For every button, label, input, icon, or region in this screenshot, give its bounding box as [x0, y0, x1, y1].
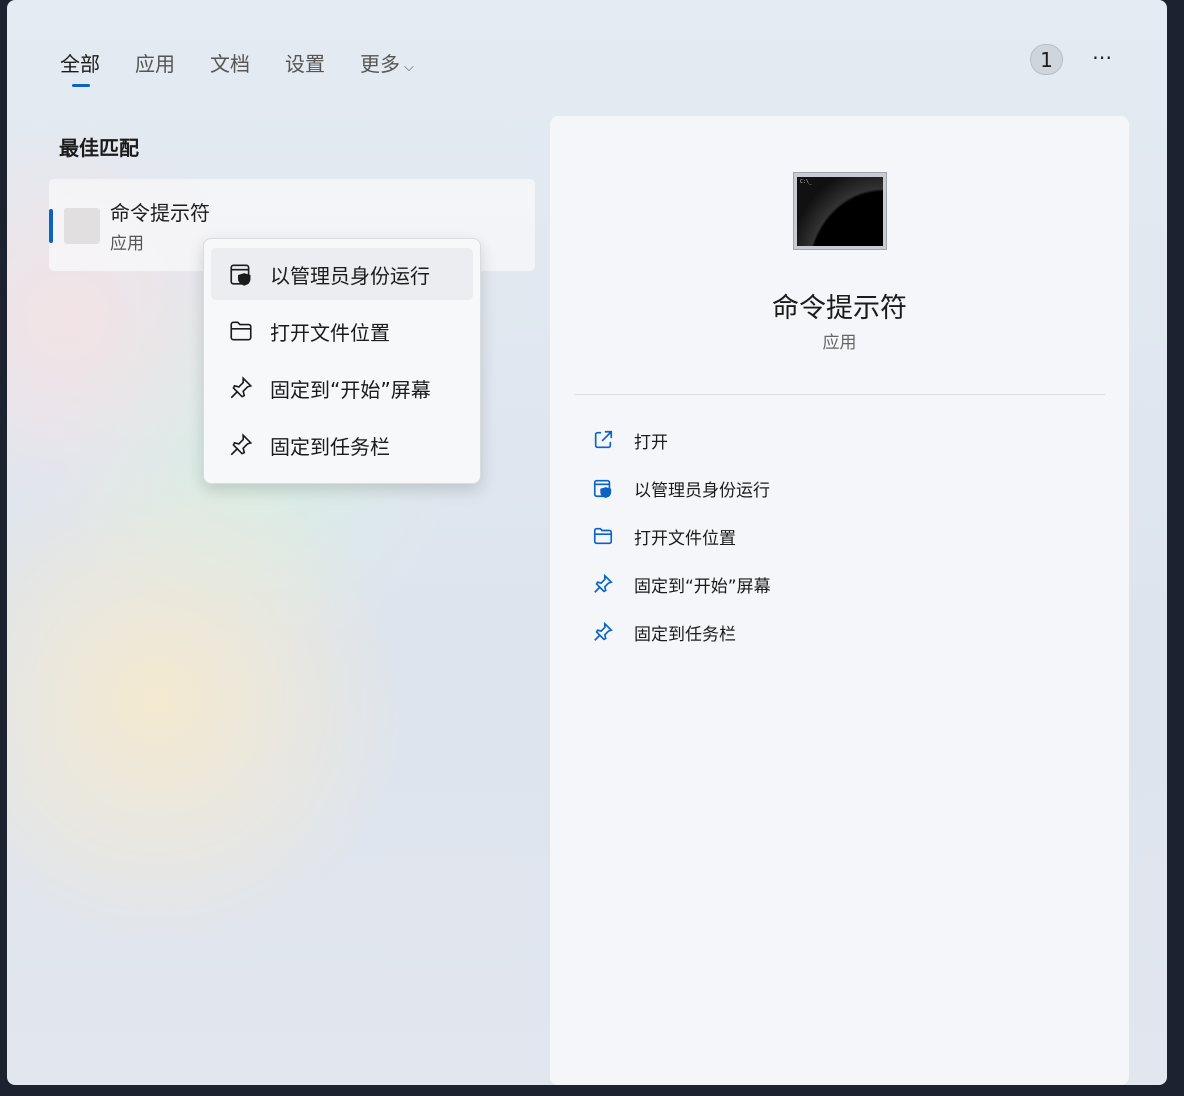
- context-menu: 以管理员身份运行 打开文件位置 固定到“开始”屏幕 固定到任务栏: [203, 238, 481, 484]
- search-window: 全部 应用 文档 设置 更多 ⌵ 1 ⋯ 最佳匹配 命令提示符 应用 C:\_ 命…: [7, 0, 1167, 1085]
- tab-settings[interactable]: 设置: [285, 48, 325, 77]
- action-label: 固定到任务栏: [634, 624, 736, 645]
- pin-icon: [230, 433, 253, 456]
- tab-apps[interactable]: 应用: [135, 48, 175, 77]
- more-options-icon[interactable]: ⋯: [1092, 45, 1113, 69]
- rewards-badge[interactable]: 1: [1030, 44, 1063, 75]
- filter-tabs: 全部 应用 文档 设置 更多 ⌵: [60, 48, 414, 87]
- pin-icon: [230, 376, 253, 399]
- tab-more-label: 更多: [360, 52, 400, 76]
- open-external-icon: [594, 430, 613, 449]
- menu-item-pin-to-start[interactable]: 固定到“开始”屏幕: [211, 362, 473, 414]
- action-label: 以管理员身份运行: [634, 480, 770, 501]
- detail-subtitle: 应用: [822, 333, 857, 353]
- divider: [574, 394, 1105, 395]
- menu-item-label: 以管理员身份运行: [270, 263, 430, 288]
- app-icon: [64, 208, 100, 244]
- menu-item-run-as-admin[interactable]: 以管理员身份运行: [211, 248, 473, 300]
- action-pin-to-start[interactable]: 固定到“开始”屏幕: [592, 560, 771, 608]
- detail-actions: 打开 以管理员身份运行 打开文件位置 固定到“开始”屏幕 固定到任务栏: [592, 416, 771, 656]
- prompt-text: C:\_: [800, 179, 813, 185]
- folder-icon: [593, 527, 613, 545]
- result-subtitle: 应用: [110, 234, 144, 254]
- menu-item-open-file-location[interactable]: 打开文件位置: [211, 305, 473, 357]
- menu-item-label: 打开文件位置: [270, 320, 390, 345]
- action-open-file-location[interactable]: 打开文件位置: [592, 512, 771, 560]
- best-match-heading: 最佳匹配: [59, 136, 139, 160]
- action-open[interactable]: 打开: [592, 416, 771, 464]
- action-label: 打开: [634, 432, 668, 453]
- menu-item-label: 固定到“开始”屏幕: [270, 377, 431, 402]
- shield-window-icon: [230, 264, 251, 286]
- pin-icon: [594, 621, 613, 641]
- selection-indicator: [49, 209, 53, 243]
- menu-item-pin-to-taskbar[interactable]: 固定到任务栏: [211, 419, 473, 471]
- action-label: 固定到“开始”屏幕: [634, 576, 771, 597]
- detail-panel: C:\_ 命令提示符 应用 打开 以管理员身份运行 打开文件位置 固定到“开始”…: [550, 116, 1129, 1085]
- action-label: 打开文件位置: [634, 528, 736, 549]
- detail-title: 命令提示符: [772, 293, 907, 324]
- chevron-down-icon: ⌵: [404, 60, 414, 75]
- menu-item-label: 固定到任务栏: [270, 434, 390, 459]
- tab-all[interactable]: 全部: [60, 48, 100, 87]
- tab-more[interactable]: 更多 ⌵: [360, 48, 414, 77]
- shield-window-icon: [593, 479, 612, 499]
- pin-icon: [594, 573, 613, 593]
- action-run-as-admin[interactable]: 以管理员身份运行: [592, 464, 771, 512]
- folder-icon: [230, 321, 252, 341]
- tab-documents[interactable]: 文档: [210, 48, 250, 77]
- command-prompt-icon: C:\_: [793, 172, 887, 250]
- action-pin-to-taskbar[interactable]: 固定到任务栏: [592, 608, 771, 656]
- result-title: 命令提示符: [110, 201, 210, 225]
